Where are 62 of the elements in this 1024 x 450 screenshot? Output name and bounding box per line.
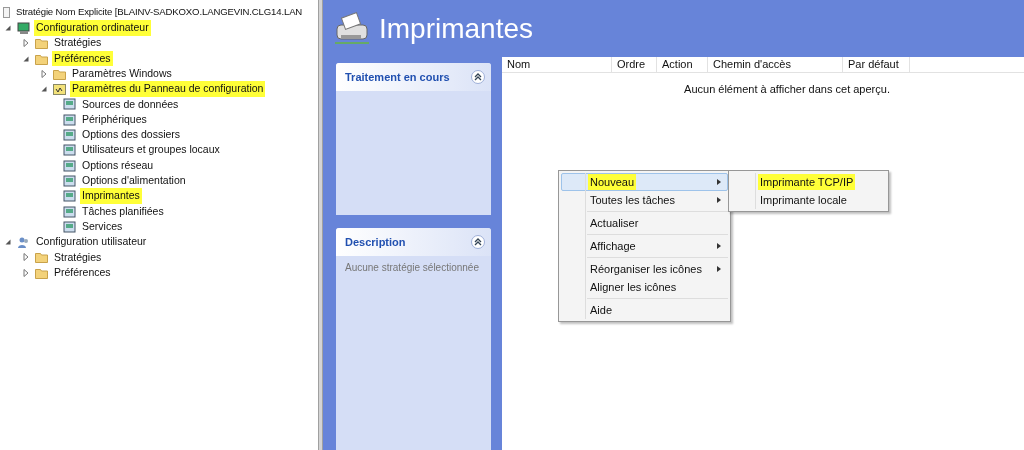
settings-icon: [63, 113, 76, 126]
tree-item[interactable]: Configuration utilisateur: [34, 234, 149, 250]
tree-item[interactable]: Préférences: [52, 50, 113, 67]
expanded-arrow-icon[interactable]: [4, 23, 12, 32]
panel-title: Description: [345, 234, 406, 250]
users-icon: [17, 236, 30, 249]
menu-item[interactable]: Imprimante locale: [731, 191, 886, 209]
collapse-button[interactable]: [471, 70, 485, 84]
tree-item[interactable]: Stratégies: [52, 249, 104, 266]
tree-title: Stratégie Nom Explicite [BLAINV-SADKOXO.LANGEVIN.CLG14.LAN: [16, 5, 303, 20]
menu-item[interactable]: Toutes les tâches: [561, 191, 728, 209]
expanded-arrow-icon[interactable]: [40, 85, 48, 94]
tree-item[interactable]: Options réseau: [80, 157, 156, 174]
menu-item[interactable]: Affichage: [561, 237, 728, 255]
empty-message: Aucun élément à afficher dans cet aperçu.: [683, 82, 890, 97]
menu-item[interactable]: Aligner les icônes: [561, 278, 728, 296]
tree-item[interactable]: Paramètres Windows: [70, 65, 174, 82]
folder-icon: [35, 52, 48, 65]
tree-item[interactable]: Tâches planifiées: [80, 203, 166, 220]
tree-item[interactable]: Utilisateurs et groupes locaux: [80, 142, 222, 159]
collapsed-arrow-icon[interactable]: [22, 39, 30, 48]
tree-item[interactable]: Options d'alimentation: [80, 173, 188, 189]
column-header[interactable]: Action: [657, 57, 708, 72]
settings-icon: [63, 220, 76, 233]
computer-icon: [17, 21, 30, 34]
tree-item[interactable]: Préférences: [52, 264, 113, 281]
settings-icon: [63, 190, 76, 203]
tree-item[interactable]: Options des dossiers: [80, 127, 183, 143]
settings-icon: [63, 129, 76, 141]
column-header[interactable]: Chemin d'accès: [708, 57, 843, 72]
menu-item[interactable]: Réorganiser les icônes: [561, 260, 728, 278]
settings-icon: [63, 98, 76, 111]
collapsed-arrow-icon[interactable]: [22, 268, 30, 277]
settings-icon: [63, 144, 76, 157]
menu-item[interactable]: Aide: [561, 301, 728, 319]
tree-item[interactable]: Périphériques: [80, 111, 149, 128]
control-panel-icon: [53, 83, 66, 96]
tree-item[interactable]: Stratégies: [52, 35, 104, 52]
panel-title: Traitement en cours: [345, 69, 450, 85]
folder-icon: [35, 251, 48, 264]
menu-item[interactable]: Actualiser: [561, 214, 728, 232]
column-header[interactable]: Ordre: [612, 57, 657, 72]
page-title: Imprimantes: [379, 14, 534, 43]
document-icon: [3, 7, 10, 19]
column-header[interactable]: Par défaut: [843, 57, 910, 72]
tree-item[interactable]: Paramètres du Panneau de configuration: [70, 81, 266, 97]
settings-icon: [63, 205, 76, 218]
collapsed-arrow-icon[interactable]: [40, 69, 48, 78]
expanded-arrow-icon[interactable]: [4, 238, 12, 247]
tree-item[interactable]: Services: [80, 218, 125, 235]
settings-icon: [63, 159, 76, 172]
column-header[interactable]: Nom: [502, 57, 612, 72]
tree-item[interactable]: Sources de données: [80, 96, 181, 113]
collapse-button[interactable]: [471, 235, 485, 249]
menu-item[interactable]: Nouveau: [561, 173, 728, 191]
expanded-arrow-icon[interactable]: [22, 54, 30, 63]
tree-item[interactable]: Configuration ordinateur: [34, 20, 151, 36]
folder-icon: [35, 266, 48, 279]
panel-text: Aucune stratégie sélectionnée: [344, 261, 480, 275]
collapsed-arrow-icon[interactable]: [22, 253, 30, 262]
tree-item[interactable]: Imprimantes: [80, 188, 142, 205]
settings-icon: [63, 174, 76, 187]
